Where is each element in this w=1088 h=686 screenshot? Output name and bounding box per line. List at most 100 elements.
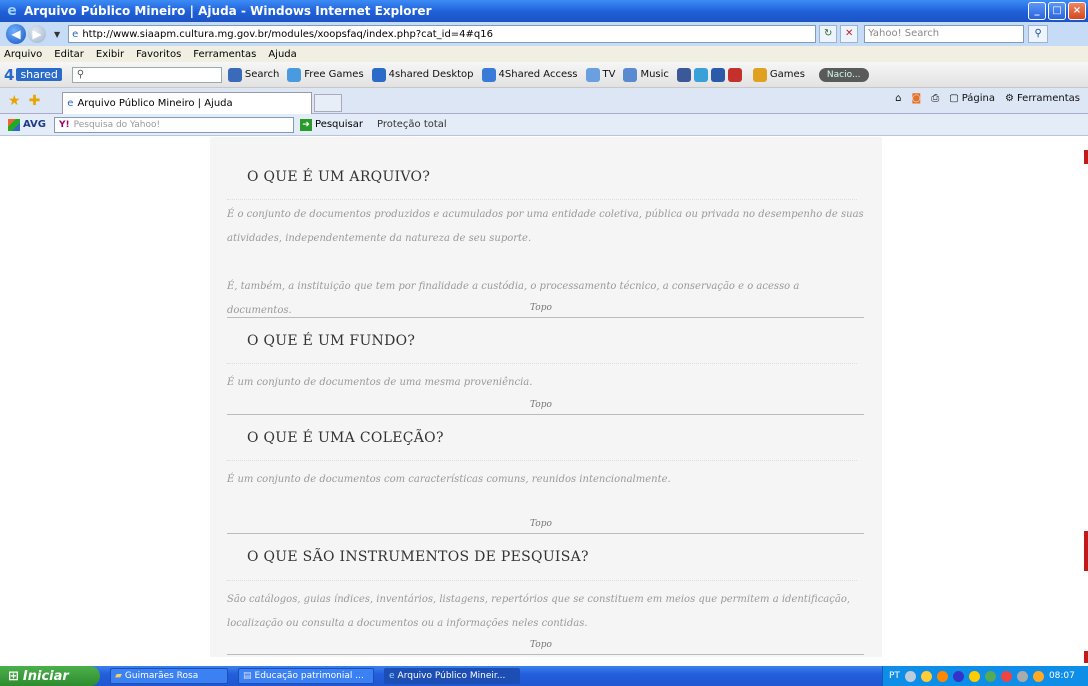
maximize-button[interactable]: □ (1048, 2, 1066, 20)
youtube-icon (727, 67, 742, 82)
task-guimaraes-rosa[interactable]: ▰ Guimarães Rosa (110, 668, 228, 684)
avg-search-input[interactable]: Y! Pesquisa do Yahoo! (54, 116, 295, 133)
toolbar-social-icons[interactable] (676, 67, 745, 82)
section-divider (227, 317, 864, 318)
add-favorite-icon[interactable]: ✚ (29, 93, 41, 109)
4shared-logo-label[interactable]: shared (16, 68, 62, 81)
toolbar-music[interactable]: Music (623, 67, 669, 82)
menu-ferramentas[interactable]: Ferramentas (193, 49, 256, 60)
new-tab-button[interactable] (314, 93, 343, 112)
vertical-scrollbar[interactable] (1082, 137, 1088, 657)
topo-link[interactable]: Topo (530, 519, 552, 529)
tray-monitor-icon[interactable] (984, 670, 996, 682)
scroll-marker (1084, 651, 1088, 663)
games-controller-icon (752, 67, 767, 82)
gear-icon: ⚙ (1005, 93, 1014, 104)
home-icon[interactable]: ⌂ (895, 93, 901, 104)
faq-question: O QUE É UM FUNDO? (247, 333, 416, 349)
tab-arquivo-publico[interactable]: e Arquivo Público Mineiro | Ajuda (62, 91, 313, 114)
window-title: Arquivo Público Mineiro | Ajuda - Window… (24, 4, 432, 18)
page-icon: ▢ (949, 93, 959, 104)
search-go-icon[interactable]: ⚲ (1028, 25, 1049, 43)
print-icon[interactable]: ⎙ (931, 93, 939, 104)
rss-icon[interactable]: ◙ (912, 93, 922, 104)
toolbar-4shared-access[interactable]: 4Shared Access (481, 67, 578, 82)
toolbar-4shared-desktop[interactable]: 4shared Desktop (371, 67, 474, 82)
menu-editar[interactable]: Editar (54, 49, 84, 60)
4shared-toolbar: 4 shared ⚲ Search Free Games 4shared Des… (0, 62, 1088, 88)
games-icon (287, 67, 302, 82)
tray-app-icon[interactable] (1032, 670, 1044, 682)
tray-security-icon[interactable] (920, 670, 932, 682)
avg-search-button[interactable]: ➜ Pesquisar (300, 118, 363, 131)
faq-question: O QUE É UMA COLEÇÃO? (247, 430, 444, 446)
tray-avg-icon[interactable] (1000, 670, 1012, 682)
ie-task-icon: e (389, 671, 395, 681)
faq-answer: É um conjunto de documentos de uma mesma… (227, 377, 533, 388)
dotted-divider (227, 363, 857, 364)
avg-toolbar: AVG Y! Pesquisa do Yahoo! ➜ Pesquisar Prot… (0, 114, 1088, 136)
access-icon (481, 67, 496, 82)
topo-link[interactable]: Topo (530, 400, 552, 410)
language-indicator[interactable]: PT (889, 671, 900, 681)
topo-link[interactable]: Topo (530, 303, 552, 313)
start-button[interactable]: ⊞ Iniciar (0, 666, 100, 686)
tray-network-icon[interactable] (904, 670, 916, 682)
back-button[interactable]: ◀ (6, 24, 26, 44)
document-icon: ▤ (243, 671, 252, 681)
tray-shield-icon[interactable] (952, 670, 964, 682)
stop-button[interactable]: ✕ (840, 25, 859, 43)
avg-protection-status[interactable]: Proteção total (377, 119, 447, 130)
section-divider (227, 414, 864, 415)
dotted-divider (227, 460, 857, 461)
radio-player[interactable]: Nacio... (818, 67, 869, 82)
menu-exibir[interactable]: Exibir (96, 49, 124, 60)
section-divider (227, 533, 864, 534)
faq-answer: É um conjunto de documentos com caracter… (227, 474, 671, 485)
avg-logo[interactable]: AVG (8, 118, 46, 131)
yahoo-search-input[interactable]: Yahoo! Search (864, 25, 1025, 43)
tray-update-icon[interactable] (936, 670, 948, 682)
facebook-icon (676, 67, 691, 82)
close-button[interactable]: × (1068, 2, 1086, 20)
tv-icon (585, 67, 600, 82)
dotted-divider (227, 580, 857, 581)
command-bar: ⌂ ◙ ⎙ ▢ Página ⚙ Ferramentas (895, 93, 1080, 104)
faq-answer: É, também, a instituição que tem por fin… (227, 281, 800, 316)
toolbar-free-games[interactable]: Free Games (287, 67, 364, 82)
tray-wifi-icon[interactable] (968, 670, 980, 682)
page-menu[interactable]: ▢ Página (949, 93, 995, 104)
clock[interactable]: 08:07 (1049, 671, 1075, 681)
menu-arquivo[interactable]: Arquivo (4, 49, 42, 60)
page-icon: e (72, 28, 79, 40)
task-educacao-patrimonial[interactable]: ▤ Educação patrimonial ... (238, 668, 374, 684)
tray-volume-icon[interactable] (1016, 670, 1028, 682)
desktop-icon (371, 67, 386, 82)
search-icon (227, 67, 242, 82)
toolbar-games[interactable]: Games (752, 67, 805, 82)
mail-icon (710, 67, 725, 82)
history-dropdown-icon[interactable]: ▼ (54, 30, 60, 39)
forward-button[interactable]: ▶ (28, 25, 46, 43)
dotted-divider (227, 199, 857, 200)
menu-favoritos[interactable]: Favoritos (136, 49, 181, 60)
tools-menu[interactable]: ⚙ Ferramentas (1005, 93, 1080, 104)
menu-bar: Arquivo Editar Exibir Favoritos Ferramen… (0, 46, 1088, 62)
faq-question: O QUE É UM ARQUIVO? (247, 169, 431, 185)
section-divider (227, 654, 864, 655)
menu-ajuda[interactable]: Ajuda (268, 49, 296, 60)
page-content: O QUE É UM ARQUIVO? É o conjunto de docu… (0, 137, 1082, 657)
refresh-button[interactable]: ↻ (819, 25, 838, 43)
url-field[interactable]: e http://www.siaapm.cultura.mg.gov.br/mo… (68, 25, 817, 43)
toolbar-search-button[interactable]: Search (227, 67, 279, 82)
toolbar-tv[interactable]: TV (585, 67, 615, 82)
ie-page-icon: e (67, 97, 74, 109)
topo-link[interactable]: Topo (530, 640, 552, 650)
address-bar: ◀ ▶ ▼ e http://www.siaapm.cultura.mg.gov… (0, 22, 1088, 46)
toolbar-search-input[interactable]: ⚲ (71, 66, 222, 83)
url-text: http://www.siaapm.cultura.mg.gov.br/modu… (82, 28, 493, 40)
task-arquivo-publico[interactable]: e Arquivo Público Mineir... (384, 668, 520, 684)
minimize-button[interactable]: _ (1028, 2, 1046, 20)
faq-question: O QUE SÃO INSTRUMENTOS DE PESQUISA? (247, 549, 589, 565)
favorites-star-icon[interactable]: ★ (8, 93, 21, 109)
